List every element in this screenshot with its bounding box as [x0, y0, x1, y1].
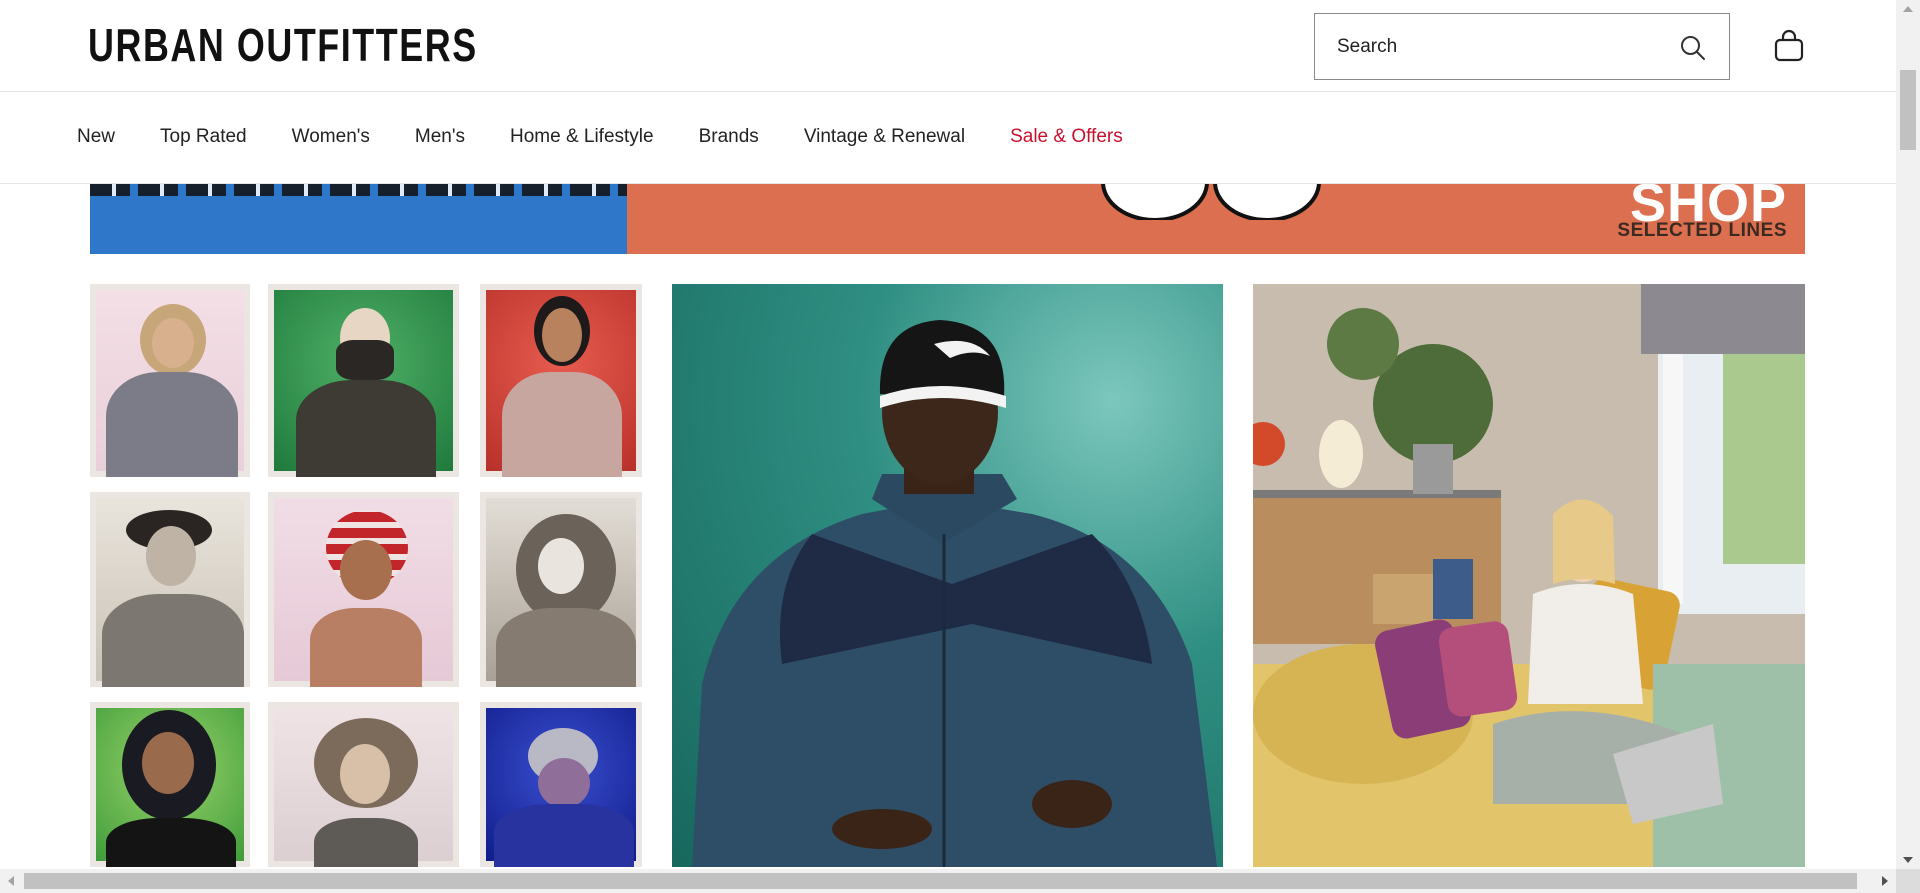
product-tile-polaroid[interactable] [268, 284, 459, 477]
vertical-scroll-thumb[interactable] [1900, 70, 1916, 150]
search-icon[interactable] [1679, 34, 1707, 62]
promo-banner[interactable]: SHOP SELECTED LINES [90, 184, 1805, 254]
site-header: URBAN OUTFITTERS [0, 0, 1896, 92]
product-image [96, 708, 244, 867]
scroll-left-arrow-icon[interactable] [8, 876, 14, 886]
product-image [274, 290, 453, 477]
hero-illustration [692, 320, 1217, 867]
product-tile-polaroid[interactable] [480, 702, 642, 867]
bedroom-illustration [1253, 284, 1805, 867]
product-tile-polaroid[interactable] [268, 492, 459, 687]
product-image [96, 290, 244, 477]
nav-item-sale-offers[interactable]: Sale & Offers [1010, 126, 1123, 148]
hero-product-image[interactable] [672, 284, 1223, 867]
nav-item-vintage-renewal[interactable]: Vintage & Renewal [804, 126, 965, 148]
nav-item-mens[interactable]: Men's [415, 126, 465, 148]
scroll-up-arrow-icon[interactable] [1903, 6, 1913, 12]
lifestyle-image[interactable] [1253, 284, 1805, 867]
banner-left-panel [90, 184, 627, 254]
product-image [96, 498, 244, 687]
banner-subline: SELECTED LINES [1617, 220, 1787, 241]
search-box [1314, 13, 1730, 80]
vertical-scrollbar[interactable] [1896, 0, 1920, 869]
product-tile-polaroid[interactable] [268, 702, 459, 867]
shopping-bag-icon[interactable] [1772, 28, 1806, 64]
banner-right-panel: SHOP SELECTED LINES [627, 184, 1805, 254]
main-navigation: New Top Rated Women's Men's Home & Lifes… [0, 92, 1896, 184]
banner-lettering-graphic [90, 184, 627, 196]
product-image [274, 498, 453, 687]
product-image [274, 708, 453, 867]
nav-item-home-lifestyle[interactable]: Home & Lifestyle [510, 126, 654, 148]
nav-item-womens[interactable]: Women's [292, 126, 370, 148]
product-image [486, 498, 636, 687]
search-input[interactable] [1315, 14, 1675, 79]
product-tile-polaroid[interactable] [90, 702, 250, 867]
product-tile-polaroid[interactable] [480, 492, 642, 687]
horizontal-scrollbar[interactable] [0, 869, 1896, 893]
horizontal-scroll-thumb[interactable] [24, 873, 1857, 889]
scrollbar-corner [1896, 869, 1920, 893]
cartoon-eyes-graphic [1101, 184, 1321, 220]
nav-item-new[interactable]: New [77, 126, 115, 148]
product-image [486, 708, 636, 867]
product-image [486, 290, 636, 477]
nav-item-top-rated[interactable]: Top Rated [160, 126, 247, 148]
brand-logo[interactable]: URBAN OUTFITTERS [88, 16, 478, 74]
product-tile-polaroid[interactable] [90, 492, 250, 687]
nav-menu: New Top Rated Women's Men's Home & Lifes… [77, 126, 1168, 148]
product-tile-polaroid[interactable] [90, 284, 250, 477]
nav-item-brands[interactable]: Brands [699, 126, 759, 148]
product-tile-polaroid[interactable] [480, 284, 642, 477]
scroll-right-arrow-icon[interactable] [1882, 876, 1888, 886]
scroll-down-arrow-icon[interactable] [1903, 857, 1913, 863]
